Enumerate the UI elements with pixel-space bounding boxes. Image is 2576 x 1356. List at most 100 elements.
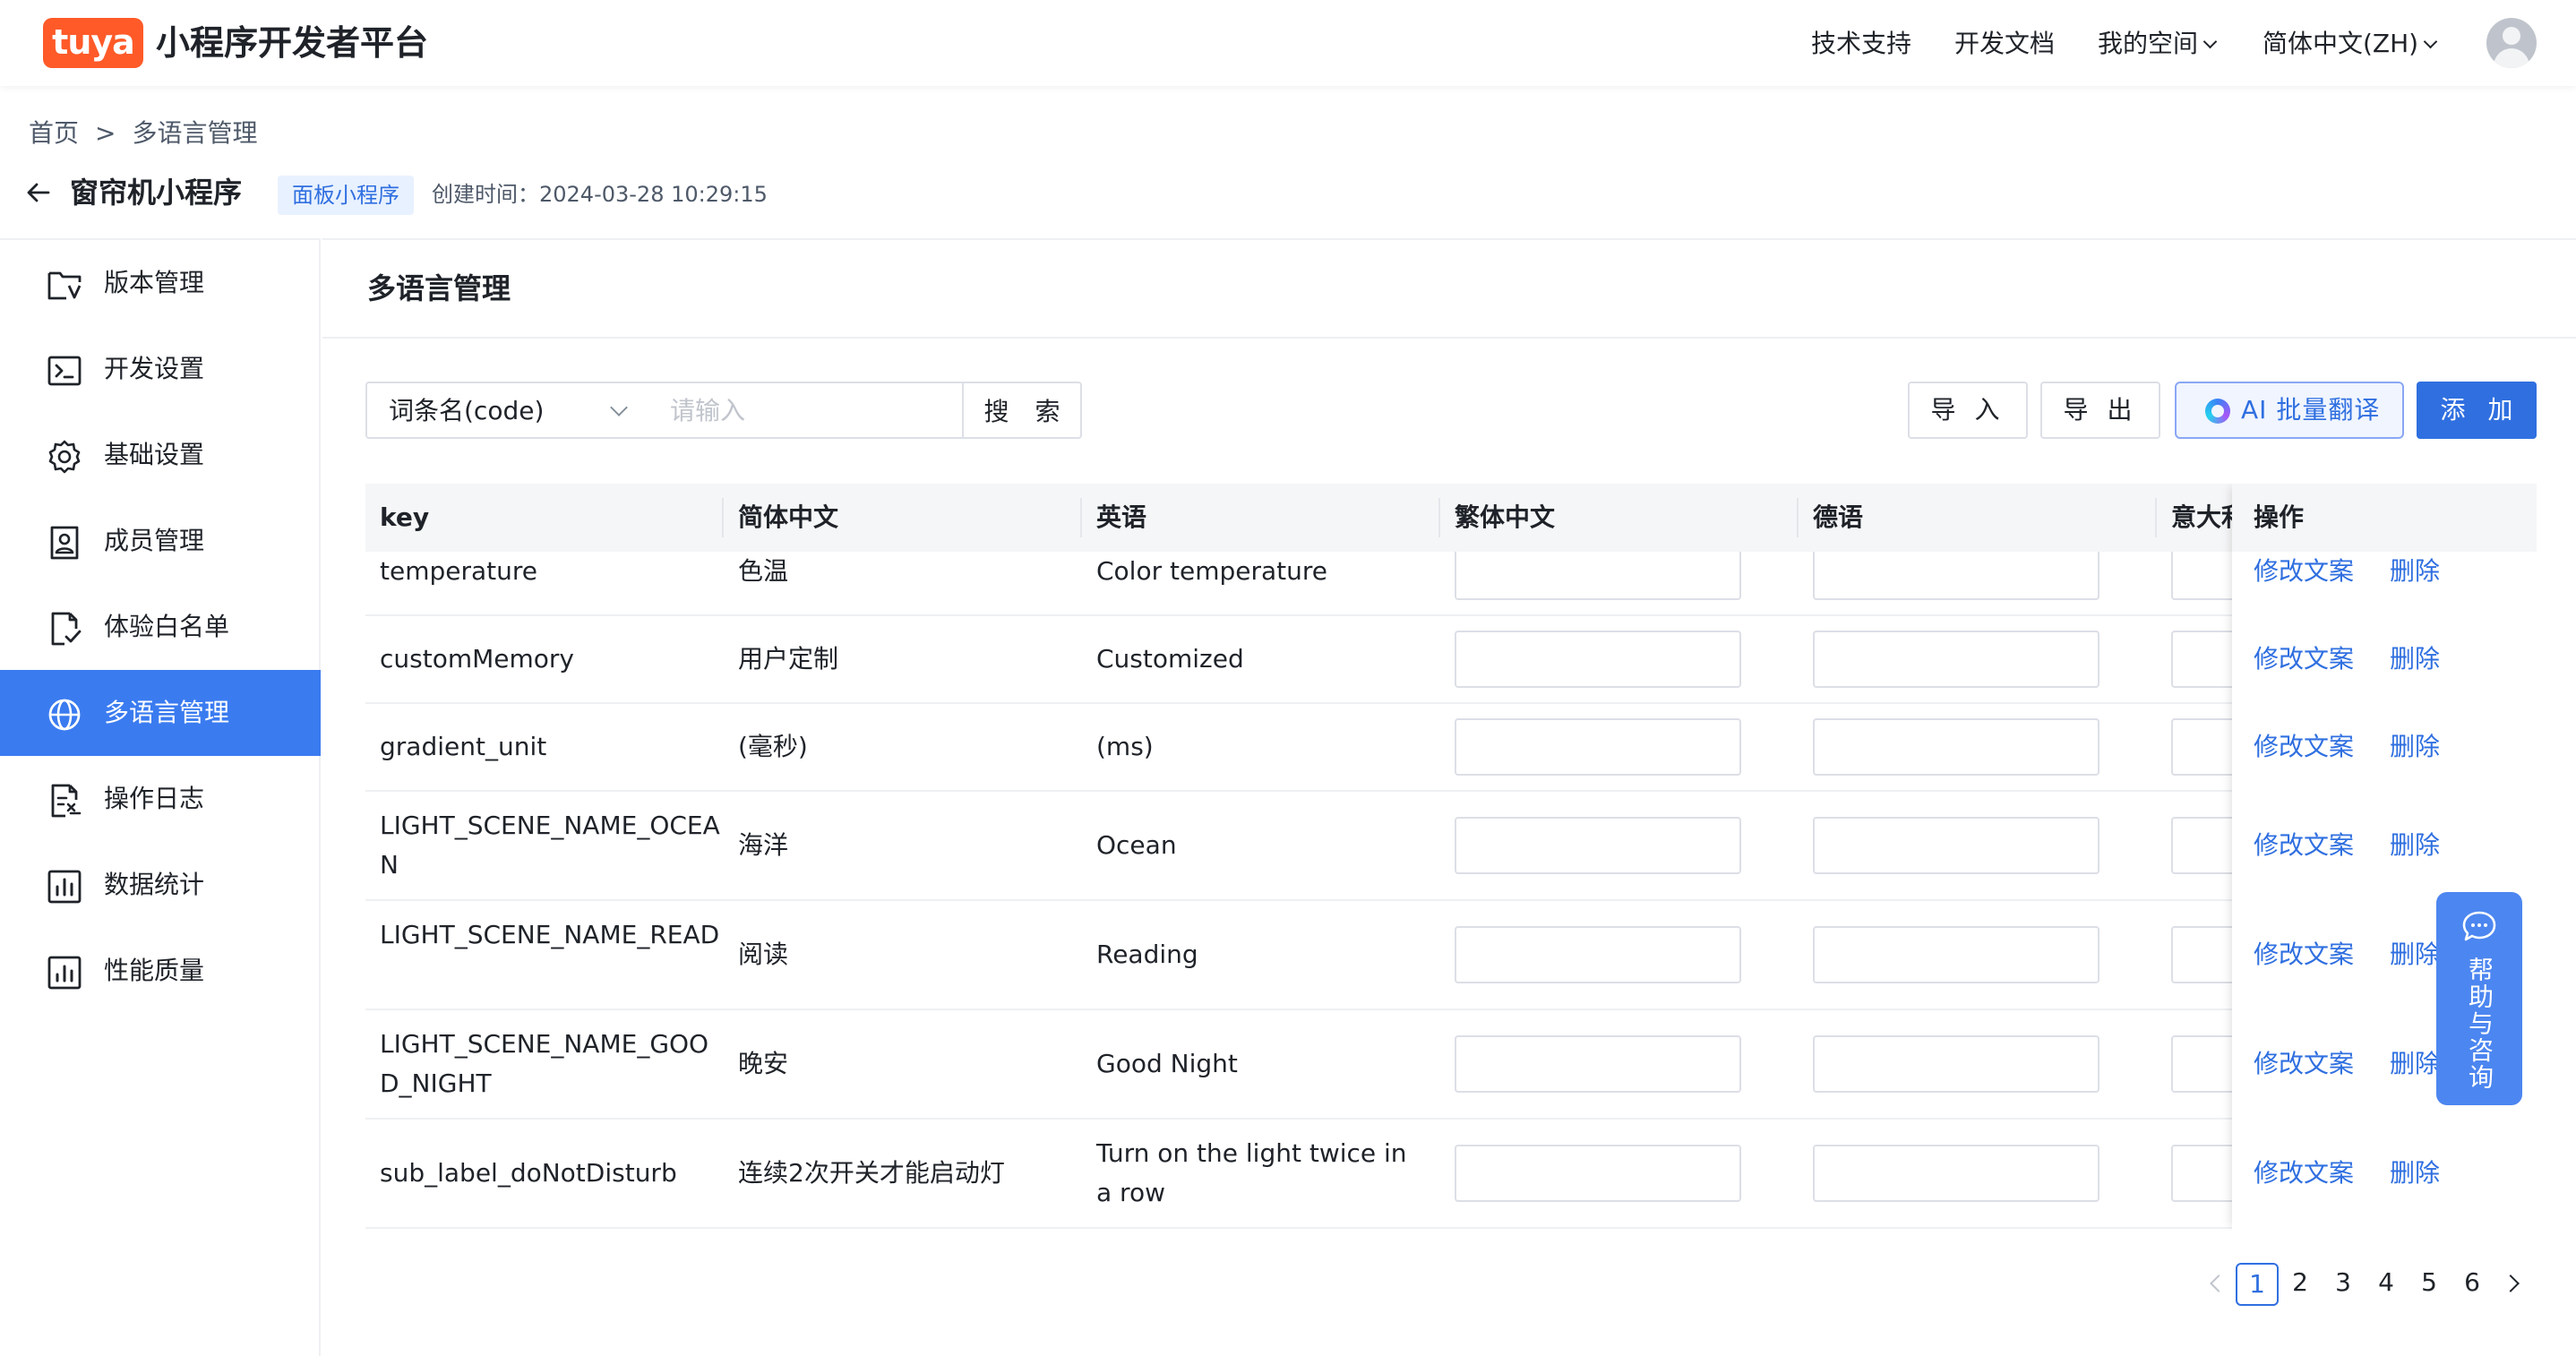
back-arrow-icon[interactable] [25,179,52,206]
export-button[interactable]: 导 出 [2040,382,2160,439]
nav-tech-support[interactable]: 技术支持 [1811,27,1911,61]
zh-tw-input[interactable] [1455,718,1741,776]
field-select[interactable]: 词条名(code) [365,382,652,439]
column-header-de: 德语 [1813,502,1864,532]
column-header-en: 英语 [1096,502,1147,532]
field-select-value: 词条名(code) [389,396,545,425]
de-input[interactable] [1813,1035,2099,1093]
cell-en: (ms) [1096,732,1154,761]
column-divider [1080,498,1082,537]
sidebar-item-version[interactable]: 版本管理 [0,240,321,326]
nav-language[interactable]: 简体中文(ZH) [2263,27,2438,61]
column-header-zh-tw: 繁体中文 [1455,502,1556,532]
sidebar-item-operation-log[interactable]: 操作日志 [0,756,321,842]
sidebar-item-label: 版本管理 [104,268,205,297]
folder-version-icon [47,271,82,300]
edit-text-link[interactable]: 修改文案 [2254,1154,2354,1193]
page-5[interactable]: 5 [2408,1263,2451,1306]
prev-page-icon[interactable] [2210,1274,2228,1292]
app-type-tag: 面板小程序 [278,176,414,215]
edit-text-link[interactable]: 修改文案 [2254,727,2354,767]
edit-text-link[interactable]: 修改文案 [2254,826,2354,865]
sidebar-item-label: 多语言管理 [104,698,230,727]
sidebar-item-label: 基础设置 [104,440,205,469]
document-check-icon [51,612,82,646]
sidebar-item-label: 操作日志 [104,784,205,813]
sidebar-item-members[interactable]: 成员管理 [0,498,321,584]
edit-text-link[interactable]: 修改文案 [2254,1044,2354,1084]
cell-zh-cn: (毫秒) [738,732,808,761]
de-input[interactable] [1813,545,2099,600]
cell-en: Ocean [1096,830,1177,860]
edit-text-link[interactable]: 修改文案 [2254,935,2354,974]
column-header-actions: 操作 [2254,502,2305,532]
sidebar-item-whitelist[interactable]: 体验白名单 [0,584,321,670]
delete-link[interactable]: 删除 [2390,826,2440,865]
chevron-down-icon [2202,34,2218,49]
main-title-bar: 多语言管理 [322,238,2576,339]
zh-tw-input[interactable] [1455,1145,1741,1202]
delete-link[interactable]: 删除 [2390,639,2440,679]
delete-link[interactable]: 删除 [2390,727,2440,767]
page-2[interactable]: 2 [2279,1263,2322,1306]
de-input[interactable] [1813,631,2099,688]
ai-batch-translate-label: AI 批量翻译 [2241,395,2381,425]
top-header: tuya 小程序开发者平台 技术支持 开发文档 我的空间 简体中文(ZH) [0,0,2576,86]
delete-link[interactable]: 删除 [2390,1044,2440,1084]
edit-text-link[interactable]: 修改文案 [2254,639,2354,679]
page-3[interactable]: 3 [2322,1263,2365,1306]
page-4[interactable]: 4 [2365,1263,2408,1306]
platform-title: 小程序开发者平台 [156,23,429,63]
de-input[interactable] [1813,718,2099,776]
globe-icon [48,699,81,731]
sidebar-item-basic-settings[interactable]: 基础设置 [0,412,321,498]
help-consult-label: 帮助与咨询 [2465,957,2494,1091]
sidebar-item-label: 开发设置 [104,354,205,383]
delete-link[interactable]: 删除 [2390,552,2440,591]
de-input[interactable] [1813,1145,2099,1202]
cell-en: Customized [1096,644,1244,674]
breadcrumb-home[interactable]: 首页 [29,118,79,148]
zh-tw-input[interactable] [1455,1035,1741,1093]
page-1[interactable]: 1 [2236,1263,2279,1306]
table-row: gradient_unit (毫秒) (ms) [365,704,2537,792]
search-input[interactable] [650,382,964,439]
user-avatar[interactable] [2486,18,2537,68]
zh-tw-input[interactable] [1455,926,1741,983]
column-header-zh-cn: 简体中文 [738,502,839,532]
gear-icon [48,440,81,474]
sidebar-item-multilanguage[interactable]: 多语言管理 [0,670,321,756]
de-input[interactable] [1813,817,2099,874]
zh-tw-input[interactable] [1455,817,1741,874]
add-button[interactable]: 添 加 [2417,382,2537,439]
operation-column-header: 操作 [2232,484,2537,552]
nav-my-space[interactable]: 我的空间 [2098,27,2218,61]
cell-zh-cn: 色温 [738,556,789,586]
ai-batch-translate-button[interactable]: AI 批量翻译 [2175,382,2404,439]
sidebar-item-performance[interactable]: 性能质量 [0,928,321,1014]
chat-bubble-icon [2462,911,2496,941]
delete-link[interactable]: 删除 [2390,935,2440,974]
ai-orb-icon [2205,399,2230,424]
chevron-down-icon [610,399,628,416]
delete-link[interactable]: 删除 [2390,1154,2440,1193]
edit-text-link[interactable]: 修改文案 [2254,552,2354,591]
search-button[interactable]: 搜 索 [962,382,1082,439]
cell-en: Good Night [1096,1049,1238,1078]
help-consult-button[interactable]: 帮助与咨询 [2436,892,2522,1105]
column-divider [1438,498,1440,537]
zh-tw-input[interactable] [1455,545,1741,600]
nav-dev-docs[interactable]: 开发文档 [1954,27,2055,61]
de-input[interactable] [1813,926,2099,983]
page-6[interactable]: 6 [2451,1263,2494,1306]
sidebar-item-dev-settings[interactable]: 开发设置 [0,326,321,412]
sidebar-item-label: 数据统计 [104,870,205,899]
terminal-icon [47,356,82,386]
tuya-logo[interactable]: tuya [43,18,143,68]
next-page-icon[interactable] [2502,1274,2520,1292]
zh-tw-input[interactable] [1455,631,1741,688]
cell-key: temperature [380,556,537,586]
chevron-down-icon [2423,34,2438,49]
import-button[interactable]: 导 入 [1908,382,2028,439]
sidebar-item-data-stats[interactable]: 数据统计 [0,842,321,928]
